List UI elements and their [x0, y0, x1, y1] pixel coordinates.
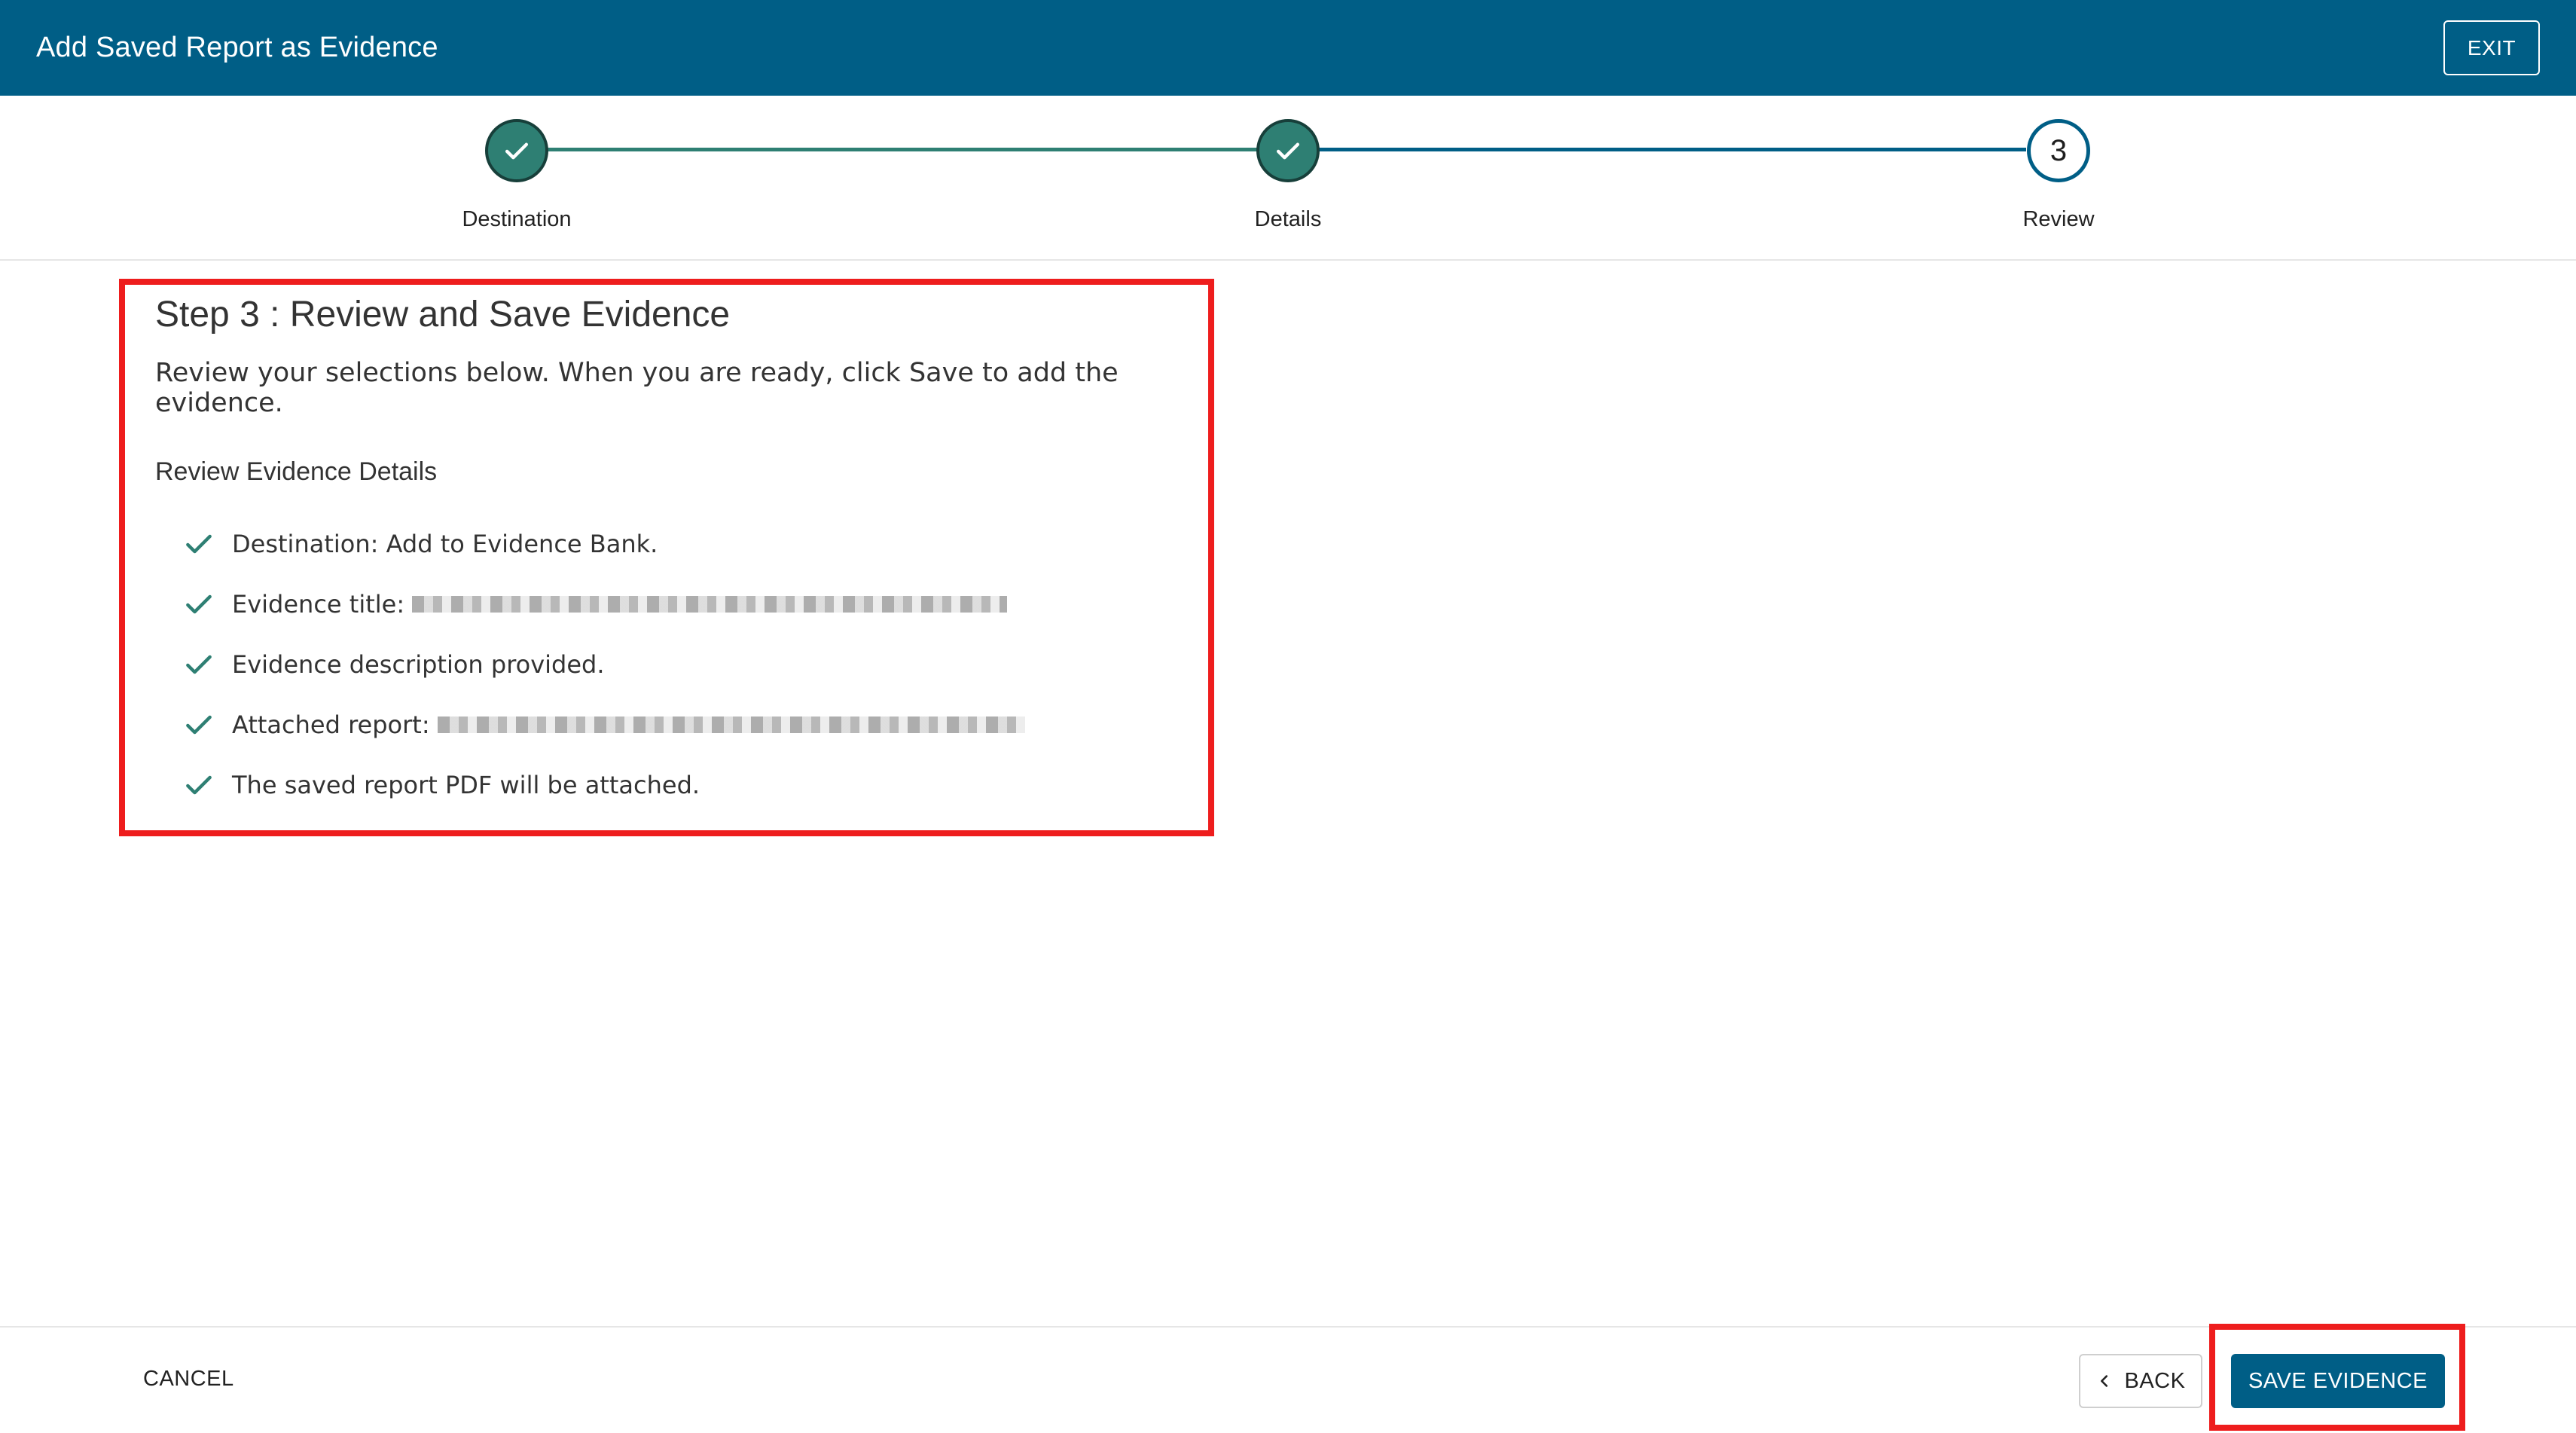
step-destination-label: Destination	[462, 207, 572, 231]
check-icon	[186, 594, 212, 614]
review-item-title: Evidence title:	[155, 574, 1210, 634]
check-icon	[186, 655, 212, 674]
review-panel: Step 3 : Review and Save Evidence Review…	[155, 294, 1210, 815]
check-icon	[1276, 142, 1300, 160]
check-icon	[186, 534, 212, 554]
review-item-text: Destination: Add to Evidence Bank.	[232, 530, 658, 558]
exit-button[interactable]: EXIT	[2443, 20, 2540, 75]
step-review-indicator: 3	[2027, 119, 2090, 182]
chevron-left-icon	[2100, 1375, 2107, 1387]
stepper-connector-1	[546, 148, 1260, 151]
page-title: Add Saved Report as Evidence	[36, 32, 438, 63]
check-icon	[505, 142, 529, 160]
step-heading: Step 3 : Review and Save Evidence	[155, 295, 731, 335]
review-details-list: Destination: Add to Evidence Bank. Evide…	[155, 514, 1210, 815]
stepper-connector-2	[1318, 148, 2026, 151]
step-details-indicator[interactable]	[1256, 119, 1320, 182]
step-destination-indicator[interactable]	[485, 119, 548, 182]
redacted-evidence-title	[412, 596, 1008, 613]
top-bar: Add Saved Report as Evidence	[0, 0, 2576, 96]
review-item-text: Attached report:	[232, 710, 430, 739]
review-section-title: Review Evidence Details	[155, 457, 438, 486]
review-item-attached-report: Attached report:	[155, 695, 1210, 755]
check-icon	[186, 775, 212, 795]
review-item-text: The saved report PDF will be attached.	[232, 771, 700, 799]
back-button[interactable]: BACK	[2079, 1354, 2202, 1408]
back-button-label: BACK	[2124, 1368, 2186, 1393]
review-item-destination: Destination: Add to Evidence Bank.	[155, 514, 1210, 574]
redacted-report-name	[437, 716, 1025, 733]
step-details-label: Details	[1254, 207, 1322, 231]
review-item-text: Evidence description provided.	[232, 650, 605, 679]
review-item-description: Evidence description provided.	[155, 634, 1210, 695]
step-review-label: Review	[2022, 207, 2095, 231]
review-item-text: Evidence title:	[232, 590, 405, 619]
cancel-button[interactable]: CANCEL	[143, 1367, 234, 1392]
step-description: Review your selections below. When you a…	[155, 358, 1119, 418]
check-icon	[186, 715, 212, 735]
save-evidence-button[interactable]: SAVE EVIDENCE	[2231, 1354, 2445, 1408]
review-item-pdf: The saved report PDF will be attached.	[155, 755, 1210, 815]
